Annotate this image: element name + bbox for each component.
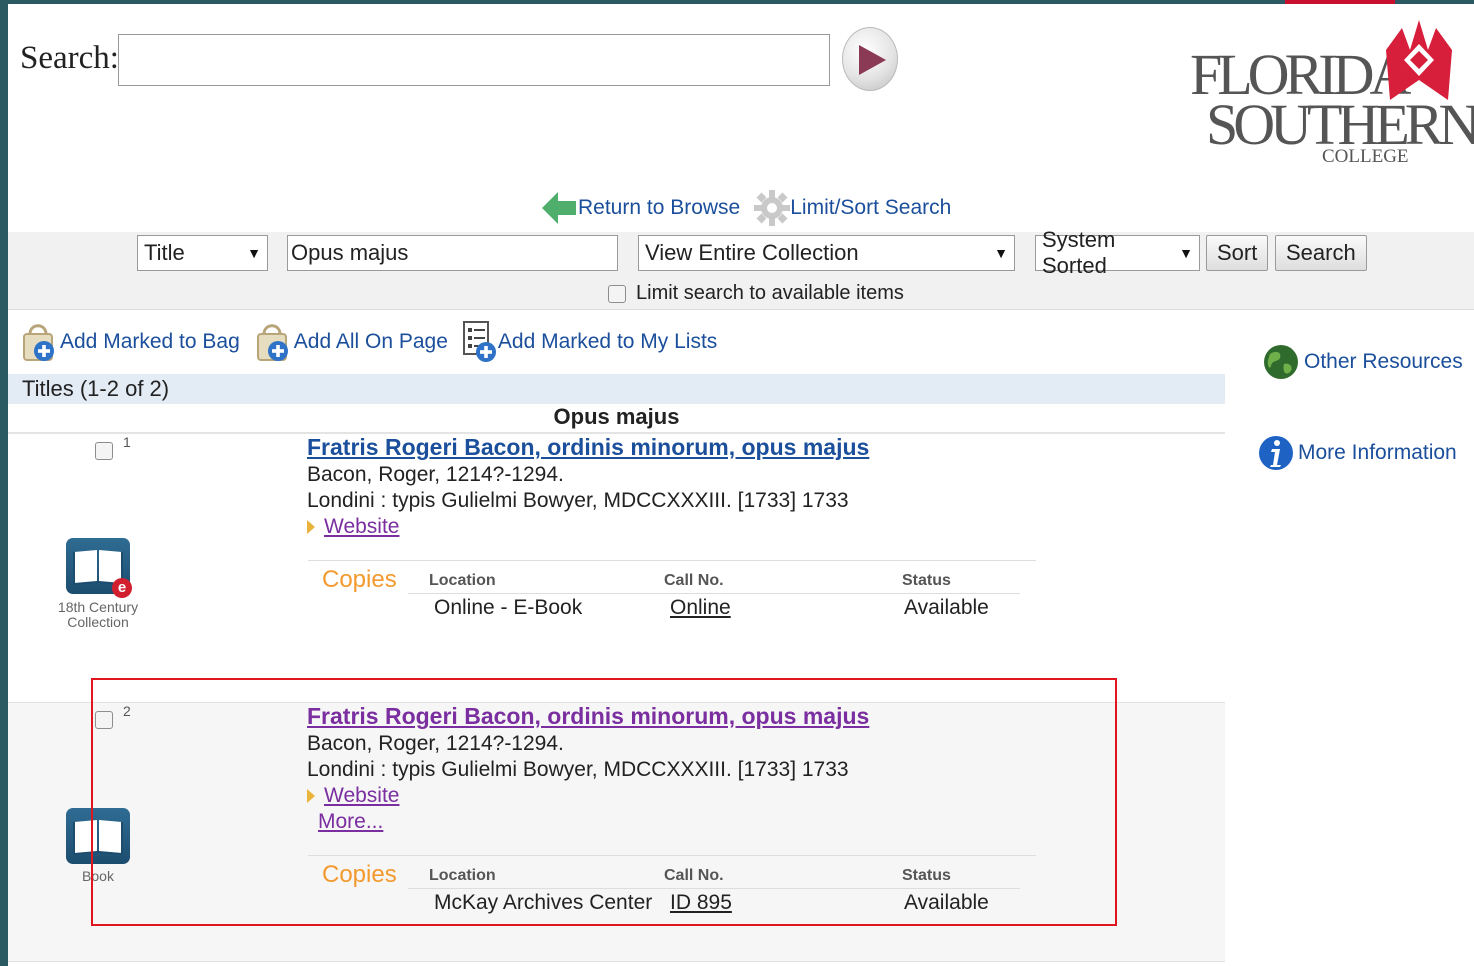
limit-available-checkbox[interactable] (608, 284, 626, 303)
logo-text-college: COLLEGE (1322, 146, 1409, 167)
result-row-1: 1 Fratris Rogeri Bacon, ordinis minorum,… (8, 434, 1225, 702)
marked-actions: Add Marked to Bag Add All On Page Add Ma… (20, 320, 731, 364)
copy-call-no-link[interactable]: Online (670, 596, 731, 620)
result-1-checkbox[interactable] (95, 442, 113, 460)
result-1-title-link[interactable]: Fratris Rogeri Bacon, ordinis minorum, o… (307, 434, 869, 461)
ebook-format-icon: e (66, 538, 132, 598)
dropdown-arrow-icon: ▼ (247, 245, 261, 261)
green-back-arrow-icon (542, 192, 576, 224)
result-1-author: Bacon, Roger, 1214?-1294. (307, 463, 564, 486)
add-marked-to-bag-label: Add Marked to Bag (60, 330, 240, 353)
limit-available-option: Limit search to available items (608, 282, 904, 305)
sort-button[interactable]: Sort (1206, 235, 1269, 271)
copy-status: Available (904, 596, 989, 619)
call-no-header: Call No. (664, 572, 724, 589)
globe-icon (1264, 345, 1298, 379)
more-information-label: More Information (1298, 441, 1457, 464)
search-field-value: Title (144, 240, 185, 265)
play-arrow-icon (859, 45, 886, 75)
window-frame-left (0, 0, 8, 966)
copies-label: Copies (322, 566, 397, 593)
add-marked-to-lists-label: Add Marked to My Lists (497, 330, 718, 353)
result-1-website: Website (307, 515, 399, 539)
limit-sort-search-link[interactable]: Limit/Sort Search (754, 190, 951, 226)
collection-select[interactable]: View Entire Collection ▼ (638, 235, 1015, 271)
result-1-publication: Londini : typis Gulielmi Bowyer, MDCCXXX… (307, 489, 849, 512)
titles-count: Titles (1-2 of 2) (8, 374, 1225, 404)
college-logo: FLORIDA SOUTHERN COLLEGE (1188, 20, 1474, 170)
search-input[interactable] (118, 34, 830, 86)
return-to-browse-link[interactable]: Return to Browse (540, 190, 740, 226)
more-information-link[interactable]: More Information (1258, 432, 1457, 474)
results-nav: Return to Browse Limit/Sort Search (540, 186, 965, 230)
result-1-number: 1 (123, 434, 131, 450)
sort-select[interactable]: System Sorted ▼ (1035, 227, 1200, 278)
bag-add-icon (23, 324, 54, 361)
window-frame-accent (1285, 0, 1395, 4)
other-resources-link[interactable]: Other Resources (1262, 342, 1463, 382)
search-field-select[interactable]: Title ▼ (137, 235, 268, 271)
info-icon (1259, 436, 1293, 470)
query-input[interactable]: Opus majus (287, 235, 618, 271)
dropdown-arrow-icon: ▼ (1179, 245, 1193, 261)
bag-add-icon (256, 324, 288, 361)
dropdown-arrow-icon: ▼ (994, 245, 1008, 261)
search-form-bar: Title ▼ Opus majus View Entire Collectio… (8, 227, 1474, 310)
result-1-format-caption: 18th Century Collection (57, 599, 139, 630)
copy-location: Online - E-Book (434, 596, 583, 619)
add-all-on-page-label: Add All On Page (293, 330, 448, 353)
gear-icon (754, 190, 791, 226)
add-all-on-page-button[interactable]: Add All On Page (254, 320, 448, 364)
search-label: Search: (20, 40, 119, 76)
return-to-browse-label: Return to Browse (578, 196, 741, 219)
result-1-website-link[interactable]: Website (324, 515, 399, 539)
ebook-badge: e (112, 578, 132, 598)
status-header: Status (902, 572, 951, 589)
search-button[interactable]: Search (1275, 235, 1367, 271)
limit-available-label: Limit search to available items (636, 282, 904, 304)
list-add-icon (462, 321, 496, 362)
other-resources-label: Other Resources (1304, 350, 1463, 373)
add-marked-to-bag-button[interactable]: Add Marked to Bag (20, 320, 240, 364)
flame-logo-icon (1386, 20, 1452, 100)
group-heading: Opus majus (8, 404, 1225, 434)
limit-sort-search-label: Limit/Sort Search (790, 196, 952, 219)
expand-triangle-icon (307, 520, 315, 534)
add-marked-to-lists-button[interactable]: Add Marked to My Lists (462, 320, 717, 364)
highlight-box (91, 678, 1117, 926)
location-header: Location (429, 572, 496, 589)
search-go-button[interactable] (842, 27, 898, 91)
collection-value: View Entire Collection (645, 240, 859, 265)
window-frame-top (0, 0, 1474, 4)
sort-value: System Sorted (1042, 227, 1116, 278)
